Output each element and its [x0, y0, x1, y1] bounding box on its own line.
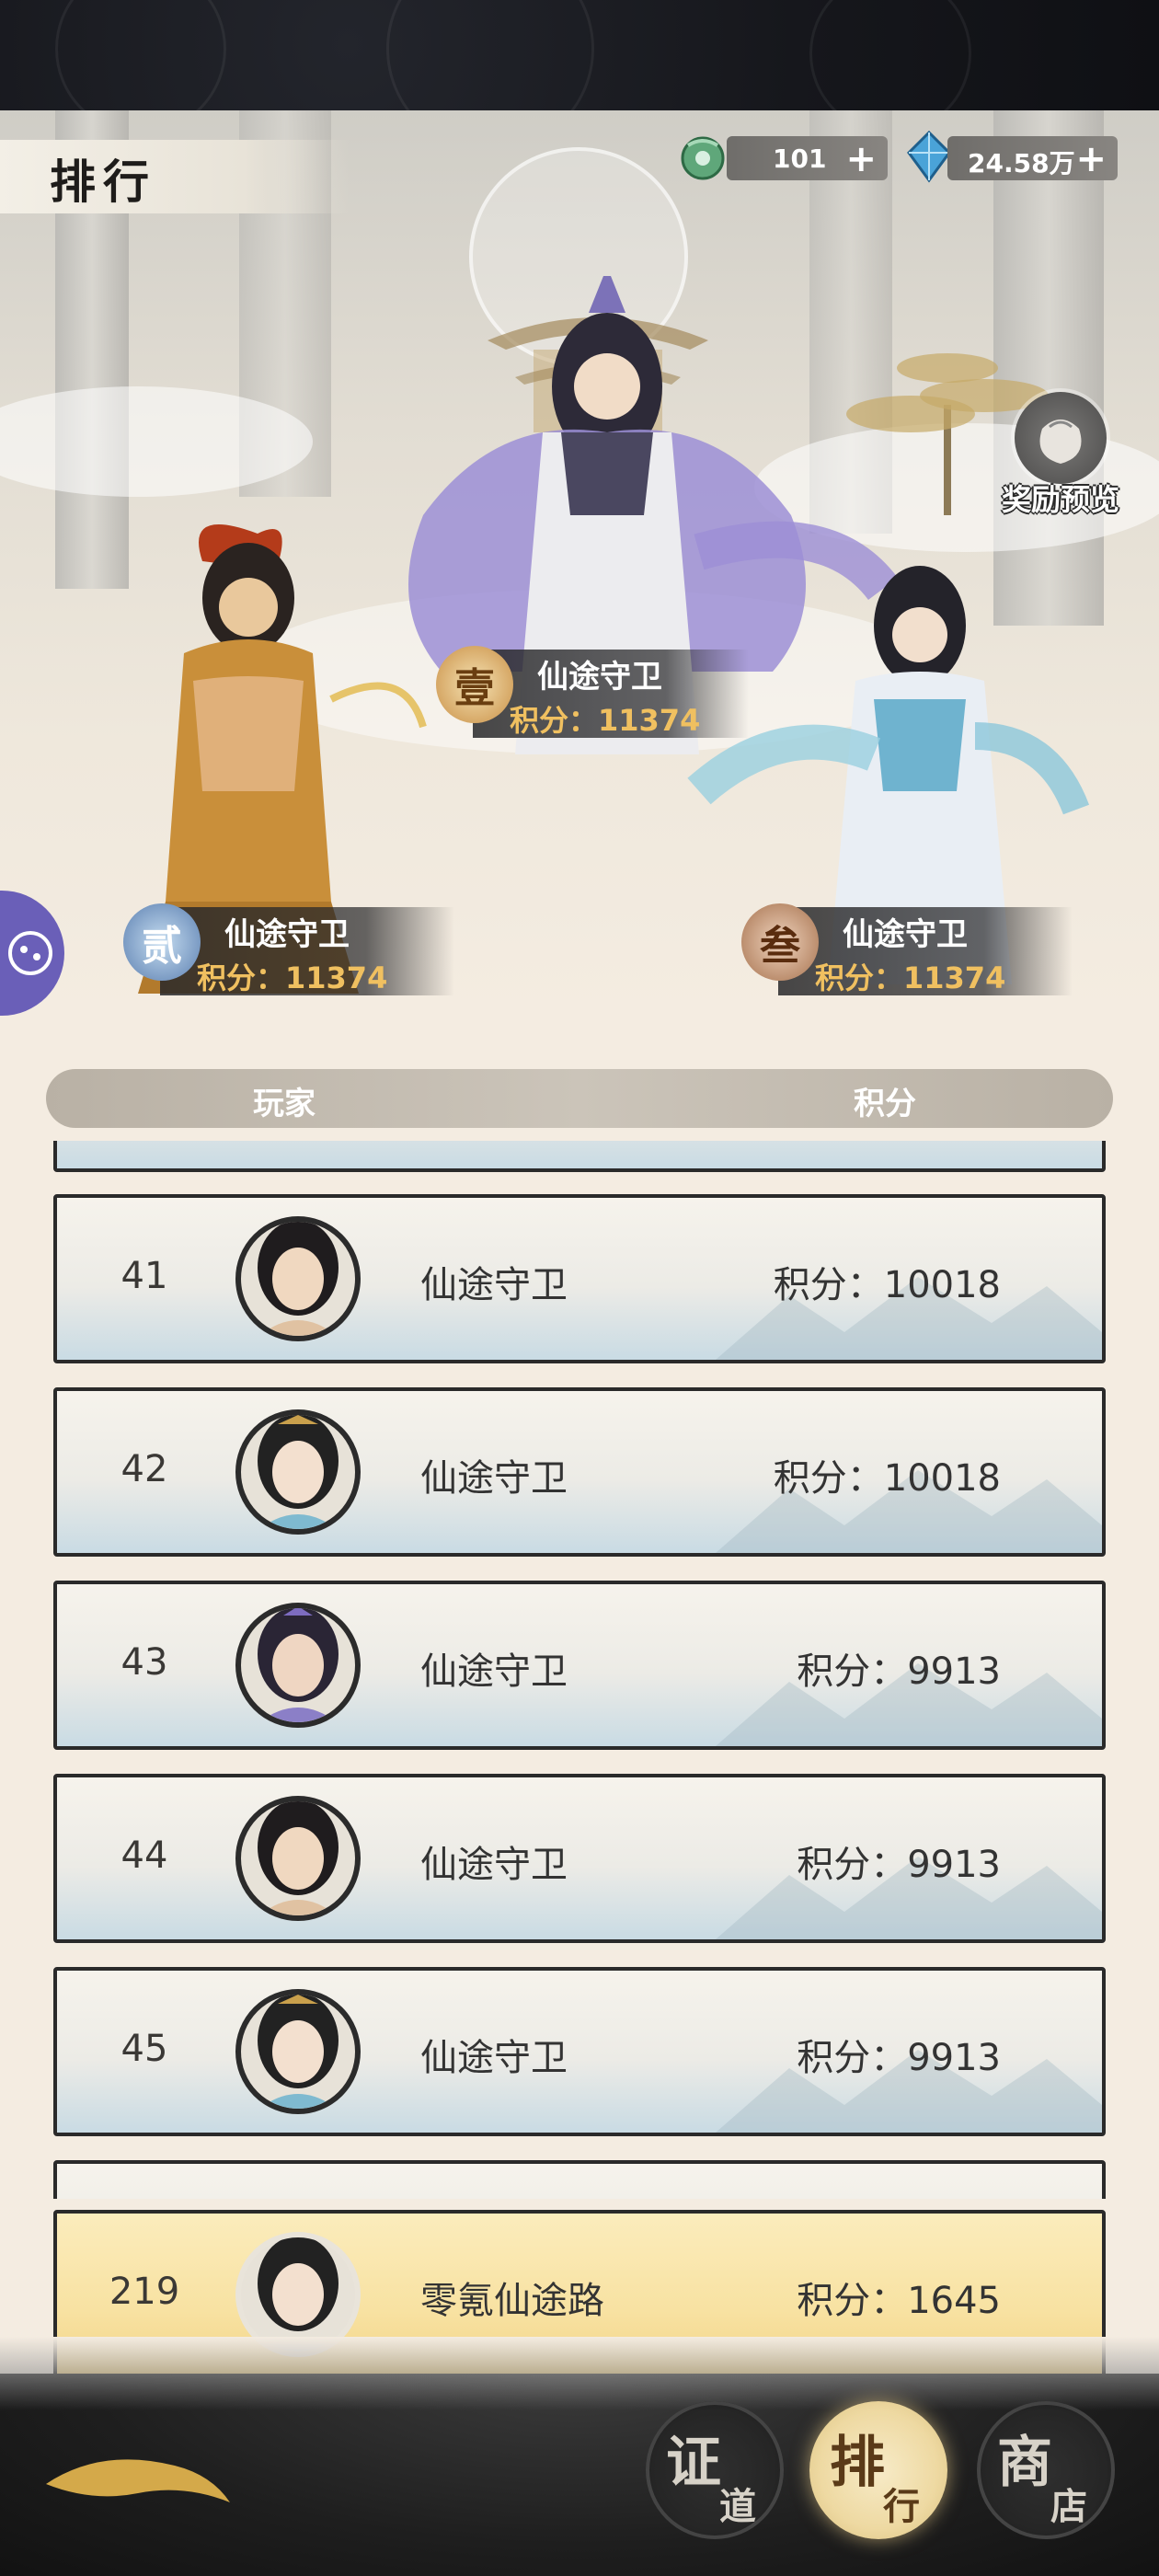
list-item[interactable]: 41 仙途守卫 积分：10018 [53, 1194, 1106, 1363]
rank-1-score: 积分：11374 [510, 703, 701, 738]
rank-number: 44 [120, 1834, 168, 1877]
my-player-name: 零氪仙途路 [420, 2280, 604, 2322]
avatar [235, 1216, 361, 1341]
avatar [235, 1989, 361, 2114]
list-header: 玩家 积分 [46, 1069, 1113, 1128]
list-item[interactable]: 43 仙途守卫 积分：9913 [53, 1581, 1106, 1750]
nav-shop-button[interactable]: 商 店 [977, 2401, 1115, 2539]
list-item [53, 1141, 1106, 1172]
page-title: 排行 [50, 155, 156, 209]
rank-number: 42 [120, 1448, 168, 1490]
nav-ranking-button[interactable]: 排 行 [809, 2401, 947, 2539]
list-item [53, 2160, 1106, 2199]
player-score: 积分：10018 [773, 1457, 1001, 1500]
rank-number: 41 [120, 1255, 168, 1297]
add-jade-button[interactable]: + [845, 138, 877, 180]
player-name: 仙途守卫 [420, 1844, 568, 1886]
rank-1-badge: 壹 [436, 646, 513, 723]
player-name: 仙途守卫 [420, 1264, 568, 1306]
player-column-header: 玩家 [253, 1086, 316, 1122]
jade-currency-value: 101 [773, 144, 827, 174]
avatar [235, 1409, 361, 1535]
nav-zhengdao-button[interactable]: 证 道 [646, 2401, 784, 2539]
my-player-score: 积分：1645 [797, 2280, 1001, 2322]
rank-3-name: 仙途守卫 [843, 916, 968, 953]
player-score: 积分：9913 [797, 1844, 1001, 1886]
list-item[interactable]: 42 仙途守卫 积分：10018 [53, 1387, 1106, 1557]
add-crystal-button[interactable]: + [1075, 138, 1107, 180]
podium-rank-2[interactable]: 贰 仙途守卫 积分：11374 [123, 902, 454, 1003]
gamepad-icon [8, 931, 52, 975]
player-score: 积分：10018 [773, 1264, 1001, 1306]
my-rank-number: 219 [109, 2271, 180, 2313]
rank-number: 45 [120, 2028, 168, 2070]
crystal-currency-counter: 24.58万 + [947, 136, 1118, 180]
crystal-currency-value: 24.58万 [968, 148, 1075, 178]
status-bar-area [0, 0, 1159, 153]
rank-number: 43 [120, 1641, 168, 1684]
rank-1-name: 仙途守卫 [537, 659, 662, 696]
podium-rank-3[interactable]: 叁 仙途守卫 积分：11374 [741, 902, 1073, 1003]
rank-2-score: 积分：11374 [197, 960, 388, 995]
avatar [235, 1796, 361, 1921]
list-item[interactable]: 45 仙途守卫 积分：9913 [53, 1967, 1106, 2136]
player-name: 仙途守卫 [420, 2037, 568, 2079]
rank-2-badge: 贰 [123, 903, 201, 981]
reward-bag-icon [1015, 392, 1107, 484]
score-column-header: 积分 [854, 1086, 916, 1122]
podium-rank-1[interactable]: 壹 仙途守卫 积分：11374 [436, 644, 749, 745]
player-score: 积分：9913 [797, 2037, 1001, 2079]
ranking-list[interactable]: 41 仙途守卫 积分：10018 42 仙途守卫 积分：10018 43 仙途守… [0, 1141, 1159, 2199]
list-item[interactable]: 44 仙途守卫 积分：9913 [53, 1774, 1106, 1943]
avatar [235, 1603, 361, 1728]
rank-3-badge: 叁 [741, 903, 819, 981]
rank-3-score: 积分：11374 [815, 960, 1006, 995]
reward-preview-label: 奖励预览 [1001, 482, 1119, 517]
jade-currency-counter: 101 + [727, 136, 888, 180]
rank-2-name: 仙途守卫 [224, 916, 350, 953]
gold-brush-ornament [46, 2459, 230, 2502]
player-score: 积分：9913 [797, 1650, 1001, 1693]
reward-preview-button[interactable]: 奖励预览 [1001, 392, 1120, 519]
jade-coin-icon [681, 136, 725, 180]
player-name: 仙途守卫 [420, 1650, 568, 1693]
player-name: 仙途守卫 [420, 1457, 568, 1500]
